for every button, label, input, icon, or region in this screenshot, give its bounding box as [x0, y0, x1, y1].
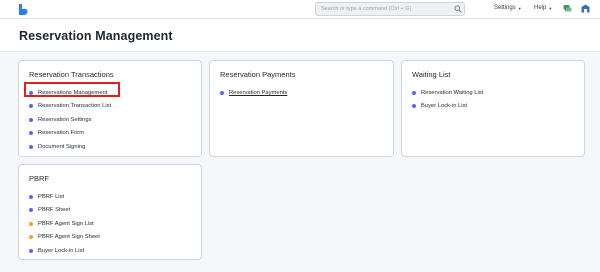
list-item-reservation-form[interactable]: Reservation Form: [29, 127, 111, 141]
bullet-dot-icon: [412, 104, 416, 109]
bullet-dot-icon: [29, 131, 33, 136]
search-box[interactable]: [315, 2, 465, 16]
card-title: Waiting List: [412, 70, 451, 79]
pbrf-card: PBRF PBRF List PBRF Sheet PBRF Agent Sig…: [18, 164, 202, 260]
list-item-pbrf-agent-sign-list[interactable]: PBRF Agent Sign List: [29, 217, 100, 231]
bullet-dot-icon: [29, 117, 33, 122]
user-avatar-icon[interactable]: [581, 4, 590, 13]
chevron-down-icon: ▼: [517, 5, 522, 11]
list-item-reservation-payments[interactable]: Reservation Payments: [220, 86, 287, 100]
page-header: Reservation Management: [0, 19, 600, 52]
list-item-buyer-lock-in-list[interactable]: Buyer Lock-in List: [29, 244, 100, 258]
bullet-dot-icon: [29, 144, 33, 149]
card-title: PBRF: [29, 174, 50, 183]
list-item-pbrf-list[interactable]: PBRF List: [29, 190, 100, 204]
bullet-dot-icon: [29, 208, 33, 213]
help-label: Help: [534, 5, 547, 11]
help-menu[interactable]: Help ▼: [534, 5, 552, 11]
bullet-dot-icon: [412, 90, 416, 95]
list-item-reservation-settings[interactable]: Reservation Settings: [29, 113, 111, 127]
highlight-box: [24, 82, 120, 97]
bullet-dot-icon: [29, 104, 33, 109]
list-item-buyer-lock-in-list[interactable]: Buyer Lock-in List: [412, 100, 483, 114]
page-title: Reservation Management: [19, 29, 173, 43]
card-title: Reservation Transactions: [29, 70, 114, 79]
search-icon[interactable]: [454, 5, 462, 13]
settings-menu[interactable]: Settings ▼: [494, 5, 522, 11]
bullet-dot-icon: [29, 194, 33, 199]
waiting-list-card: Waiting List Reservation Waiting List Bu…: [401, 60, 585, 157]
bullet-dot-icon: [29, 221, 33, 226]
list-item-pbrf-sheet[interactable]: PBRF Sheet: [29, 204, 100, 218]
card-title: Reservation Payments: [220, 70, 296, 79]
chevron-down-icon: ▼: [548, 5, 553, 11]
list-item-document-signing[interactable]: Document Signing: [29, 140, 111, 154]
reservation-transactions-card: Reservation Transactions Reservations Ma…: [18, 60, 202, 157]
bullet-dot-icon: [220, 90, 224, 95]
list-item-reservation-waiting-list[interactable]: Reservation Waiting List: [412, 86, 483, 100]
reservation-payments-card: Reservation Payments Reservation Payment…: [209, 60, 394, 157]
list-item-pbrf-agent-sign-sheet[interactable]: PBRF Agent Sign Sheet: [29, 231, 100, 245]
search-input[interactable]: [316, 3, 448, 15]
settings-label: Settings: [494, 5, 516, 11]
list-item-reservation-transaction-list[interactable]: Reservation Transaction List: [29, 100, 111, 114]
bullet-dot-icon: [29, 248, 33, 253]
top-navbar: Settings ▼ Help ▼: [0, 0, 600, 19]
bullet-dot-icon: [29, 235, 33, 240]
chat-notification-icon[interactable]: [563, 4, 572, 13]
app-logo-icon[interactable]: [19, 4, 28, 15]
